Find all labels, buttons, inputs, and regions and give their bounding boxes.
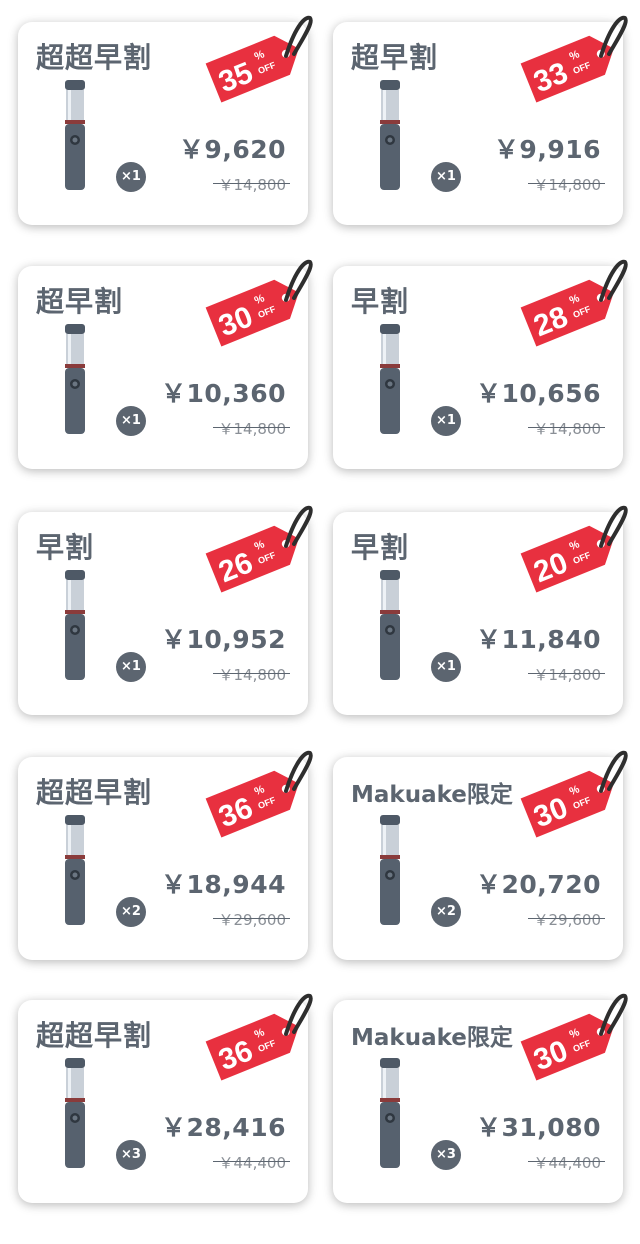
price-tag-icon: 30 % OFF: [520, 750, 628, 838]
pricing-card[interactable]: 早割 ×1 ￥11,840 ￥14,800 20 % OFF: [333, 505, 628, 715]
product-device-icon: [380, 815, 400, 925]
pricing-card[interactable]: 早割 ×1 ￥10,952 ￥14,800 26 % OFF: [18, 505, 313, 715]
card-title: 早割: [351, 531, 410, 564]
price-tag-icon: 36 % OFF: [205, 750, 313, 838]
original-price-text: ￥14,800: [533, 420, 602, 438]
original-price-text: ￥14,800: [218, 420, 287, 438]
original-price-text: ￥14,800: [533, 666, 602, 684]
card-title: 超超早割: [36, 776, 153, 809]
quantity-badge: ×1: [431, 652, 461, 682]
sale-price: ￥28,416: [161, 1113, 286, 1142]
strike-line: [212, 673, 290, 674]
sale-price: ￥20,720: [476, 870, 601, 899]
product-device-icon: [380, 80, 400, 190]
price-tag-icon: 30 % OFF: [520, 993, 628, 1081]
original-price: ￥14,800: [212, 174, 290, 195]
price-tag-icon: 33 % OFF: [520, 15, 628, 103]
original-price: ￥14,800: [212, 664, 290, 685]
original-price-text: ￥44,400: [533, 1154, 602, 1172]
quantity-badge: ×2: [431, 897, 461, 927]
card-title: 早割: [36, 531, 95, 564]
original-price-text: ￥29,600: [218, 911, 287, 929]
card-title: 超超早割: [36, 1019, 153, 1052]
product-device-icon: [65, 80, 85, 190]
product-device-icon: [65, 815, 85, 925]
sale-price: ￥10,656: [476, 379, 601, 408]
original-price-text: ￥29,600: [533, 911, 602, 929]
quantity-badge: ×3: [116, 1140, 146, 1170]
pricing-card[interactable]: Makuake限定 ×2 ￥20,720 ￥29,600 30 % OFF: [333, 750, 628, 960]
sale-price: ￥11,840: [476, 625, 601, 654]
strike-line: [527, 183, 605, 184]
sale-price: ￥9,916: [493, 135, 601, 164]
strike-line: [212, 427, 290, 428]
price-tag-icon: 28 % OFF: [520, 259, 628, 347]
pricing-card[interactable]: 超超早割 ×2 ￥18,944 ￥29,600 36 % OFF: [18, 750, 313, 960]
price-tag-icon: 30 % OFF: [205, 259, 313, 347]
pricing-card[interactable]: 超早割 ×1 ￥9,916 ￥14,800 33 % OFF: [333, 15, 628, 225]
product-device-icon: [380, 1058, 400, 1168]
strike-line: [212, 183, 290, 184]
strike-line: [527, 427, 605, 428]
strike-line: [527, 1161, 605, 1162]
sale-price: ￥10,952: [161, 625, 286, 654]
card-title: Makuake限定: [351, 782, 513, 808]
original-price: ￥14,800: [212, 418, 290, 439]
product-device-icon: [65, 1058, 85, 1168]
original-price: ￥29,600: [527, 909, 605, 930]
pricing-card[interactable]: 超超早割 ×3 ￥28,416 ￥44,400 36 % OFF: [18, 993, 313, 1203]
quantity-badge: ×1: [116, 162, 146, 192]
card-title: 超早割: [351, 41, 439, 74]
strike-line: [212, 918, 290, 919]
original-price: ￥14,800: [527, 418, 605, 439]
product-device-icon: [380, 324, 400, 434]
card-title: 超早割: [36, 285, 124, 318]
price-tag-icon: 26 % OFF: [205, 505, 313, 593]
original-price-text: ￥44,400: [218, 1154, 287, 1172]
sale-price: ￥10,360: [161, 379, 286, 408]
quantity-badge: ×1: [116, 652, 146, 682]
pricing-card[interactable]: 早割 ×1 ￥10,656 ￥14,800 28 % OFF: [333, 259, 628, 469]
card-title: Makuake限定: [351, 1025, 513, 1051]
pricing-card[interactable]: 超超早割 ×1 ￥9,620 ￥14,800 35 % OFF: [18, 15, 313, 225]
sale-price: ￥18,944: [161, 870, 286, 899]
original-price-text: ￥14,800: [218, 176, 287, 194]
quantity-badge: ×1: [431, 406, 461, 436]
original-price: ￥44,400: [212, 1152, 290, 1173]
strike-line: [212, 1161, 290, 1162]
original-price: ￥44,400: [527, 1152, 605, 1173]
pricing-card[interactable]: Makuake限定 ×3 ￥31,080 ￥44,400 30 % OFF: [333, 993, 628, 1203]
product-device-icon: [65, 324, 85, 434]
price-tag-icon: 20 % OFF: [520, 505, 628, 593]
quantity-badge: ×2: [116, 897, 146, 927]
original-price: ￥14,800: [527, 664, 605, 685]
original-price-text: ￥14,800: [218, 666, 287, 684]
sale-price: ￥31,080: [476, 1113, 601, 1142]
strike-line: [527, 918, 605, 919]
original-price: ￥14,800: [527, 174, 605, 195]
quantity-badge: ×1: [116, 406, 146, 436]
pricing-card[interactable]: 超早割 ×1 ￥10,360 ￥14,800 30 % OFF: [18, 259, 313, 469]
strike-line: [527, 673, 605, 674]
pricing-grid: 超超早割 ×1 ￥9,620 ￥14,800 35 % OFF 超早割 ×1 ￥…: [0, 0, 640, 1244]
original-price: ￥29,600: [212, 909, 290, 930]
card-title: 早割: [351, 285, 410, 318]
product-device-icon: [380, 570, 400, 680]
quantity-badge: ×3: [431, 1140, 461, 1170]
sale-price: ￥9,620: [178, 135, 286, 164]
price-tag-icon: 35 % OFF: [205, 15, 313, 103]
card-title: 超超早割: [36, 41, 153, 74]
product-device-icon: [65, 570, 85, 680]
quantity-badge: ×1: [431, 162, 461, 192]
price-tag-icon: 36 % OFF: [205, 993, 313, 1081]
original-price-text: ￥14,800: [533, 176, 602, 194]
